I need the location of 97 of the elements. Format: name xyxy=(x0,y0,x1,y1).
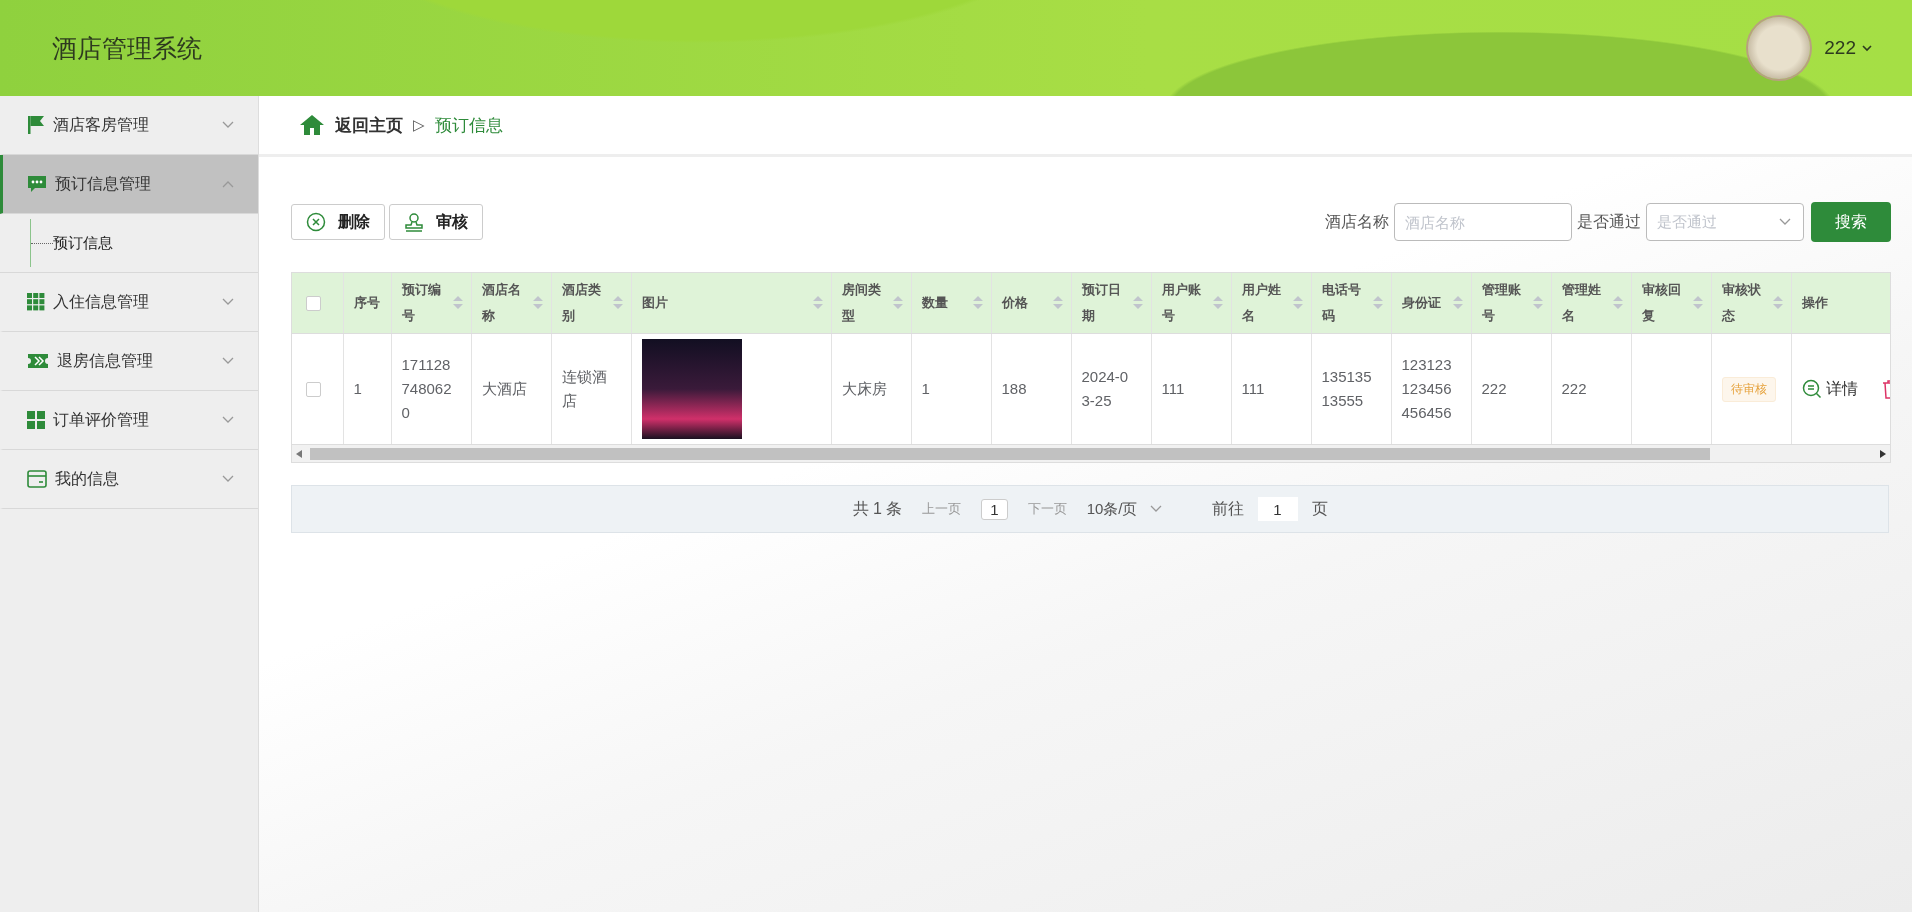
sort-icon[interactable] xyxy=(1612,296,1623,310)
stamp-icon xyxy=(404,212,424,232)
sort-icon[interactable] xyxy=(1772,296,1783,310)
table-cell-text: 大酒店 xyxy=(481,379,528,399)
status-badge: 待审核 xyxy=(1721,376,1776,402)
column-header: 管理姓名 xyxy=(1561,281,1602,325)
sort-icon[interactable] xyxy=(612,296,623,310)
chevron-down-icon xyxy=(1779,218,1791,226)
table-cell-text: 1711287480620 xyxy=(401,355,453,423)
toolbar-button[interactable]: 删除 xyxy=(291,204,385,240)
sidebar-item[interactable]: 退房信息管理 xyxy=(0,332,258,391)
total-count: 共 1 条 xyxy=(852,498,903,519)
search-button[interactable]: 搜索 xyxy=(1811,202,1891,242)
field-label: 酒店名称 xyxy=(1325,211,1389,232)
field-label: 是否通过 xyxy=(1577,211,1641,232)
sidebar-item[interactable]: 预订信息管理 xyxy=(0,155,258,214)
sort-icon[interactable] xyxy=(1212,296,1223,310)
table-cell-text: 123123123456456456 xyxy=(1401,355,1453,423)
page-number[interactable]: 1 xyxy=(981,498,1008,520)
column-header: 身份证 xyxy=(1401,294,1442,312)
sidebar-subitem[interactable]: 预订信息 xyxy=(53,233,113,253)
sort-icon[interactable] xyxy=(812,296,823,310)
chevron-down-icon xyxy=(222,416,234,424)
column-header: 房间类型 xyxy=(841,281,882,325)
horizontal-scrollbar[interactable] xyxy=(292,444,1890,462)
home-link[interactable]: 返回主页 xyxy=(335,113,403,137)
flag-icon xyxy=(27,115,45,135)
checkbox[interactable] xyxy=(306,381,321,397)
app-title: 酒店管理系统 xyxy=(52,32,202,64)
column-header: 管理账号 xyxy=(1481,281,1522,325)
sort-icon[interactable] xyxy=(1452,296,1463,310)
chevron-up-icon xyxy=(222,180,234,188)
chevron-down-icon xyxy=(1149,505,1162,513)
sort-icon[interactable] xyxy=(1692,296,1703,310)
goto-page-field[interactable]: 1 xyxy=(1257,497,1298,521)
table-cell-text: 2024-03-25 xyxy=(1081,367,1130,411)
chevron-down-icon xyxy=(222,298,234,306)
table-cell-text: 111 xyxy=(1161,379,1186,399)
table-cell-text: 大床房 xyxy=(841,379,888,399)
checkbox[interactable] xyxy=(306,295,321,311)
chat-bubble-icon xyxy=(27,175,47,193)
sidebar-item[interactable]: 订单评价管理 xyxy=(0,391,258,450)
sort-icon[interactable] xyxy=(1132,296,1143,310)
breadcrumb-current: 预订信息 xyxy=(434,114,503,137)
column-header: 价格 xyxy=(1001,294,1029,312)
column-header: 审核回复 xyxy=(1641,281,1682,325)
column-header: 酒店类别 xyxy=(561,281,602,325)
goto-label: 前往 xyxy=(1211,498,1244,519)
user-menu[interactable]: 222 xyxy=(1824,37,1872,59)
column-header: 电话号码 xyxy=(1321,281,1362,325)
sort-icon[interactable] xyxy=(452,296,463,310)
table-cell-text: 188 xyxy=(1001,379,1028,399)
breadcrumb-separator: ▷ xyxy=(413,116,425,134)
column-header: 酒店名称 xyxy=(481,281,522,325)
scroll-left-icon[interactable] xyxy=(296,449,302,458)
detail-button[interactable]: 详情 xyxy=(1801,378,1858,400)
chevron-down-icon xyxy=(222,357,234,365)
column-header: 预订编号 xyxy=(401,281,442,325)
table-cell-text: 111 xyxy=(1241,379,1266,399)
page-suffix: 页 xyxy=(1311,498,1328,519)
table-cell-text: 222 xyxy=(1561,379,1588,399)
column-header: 预订日期 xyxy=(1081,281,1122,325)
sort-icon[interactable] xyxy=(1292,296,1303,310)
table-cell-text: 连锁酒店 xyxy=(561,367,608,411)
grid-icon xyxy=(27,293,45,311)
scroll-right-icon[interactable] xyxy=(1880,449,1886,458)
sort-icon[interactable] xyxy=(1372,296,1383,310)
page-size-select[interactable]: 10条/页 xyxy=(1086,499,1162,519)
column-header: 数量 xyxy=(921,294,949,312)
chevron-down-icon xyxy=(222,121,234,129)
column-header: 用户姓名 xyxy=(1241,281,1282,325)
magnifier-icon xyxy=(1801,379,1822,399)
ticket-icon xyxy=(27,353,49,369)
column-header: 用户账号 xyxy=(1161,281,1202,325)
chevron-down-icon xyxy=(222,475,234,483)
sort-icon[interactable] xyxy=(1532,296,1543,310)
input-field[interactable]: 酒店名称 xyxy=(1394,203,1572,241)
sort-icon[interactable] xyxy=(1052,296,1063,310)
table-cell-text: 13513513555 xyxy=(1321,367,1373,411)
home-icon[interactable] xyxy=(299,114,325,136)
column-header: 序号 xyxy=(353,294,381,312)
table-cell-text: 222 xyxy=(1481,379,1508,399)
column-header: 审核状态 xyxy=(1721,281,1762,325)
sort-icon[interactable] xyxy=(532,296,543,310)
sort-icon[interactable] xyxy=(892,296,903,310)
sidebar-item[interactable]: 入住信息管理 xyxy=(0,273,258,332)
card-icon xyxy=(27,470,47,488)
column-header: 操作 xyxy=(1801,294,1829,312)
tiles-icon xyxy=(27,411,45,429)
column-header: 图片 xyxy=(641,294,669,312)
caret-icon xyxy=(1862,44,1872,52)
close-circle-icon xyxy=(306,212,326,232)
sort-icon[interactable] xyxy=(972,296,983,310)
toolbar-button[interactable]: 审核 xyxy=(389,204,483,240)
sidebar-item[interactable]: 我的信息 xyxy=(0,450,258,509)
avatar[interactable] xyxy=(1748,17,1811,79)
table-cell-text: 1 xyxy=(921,379,931,399)
